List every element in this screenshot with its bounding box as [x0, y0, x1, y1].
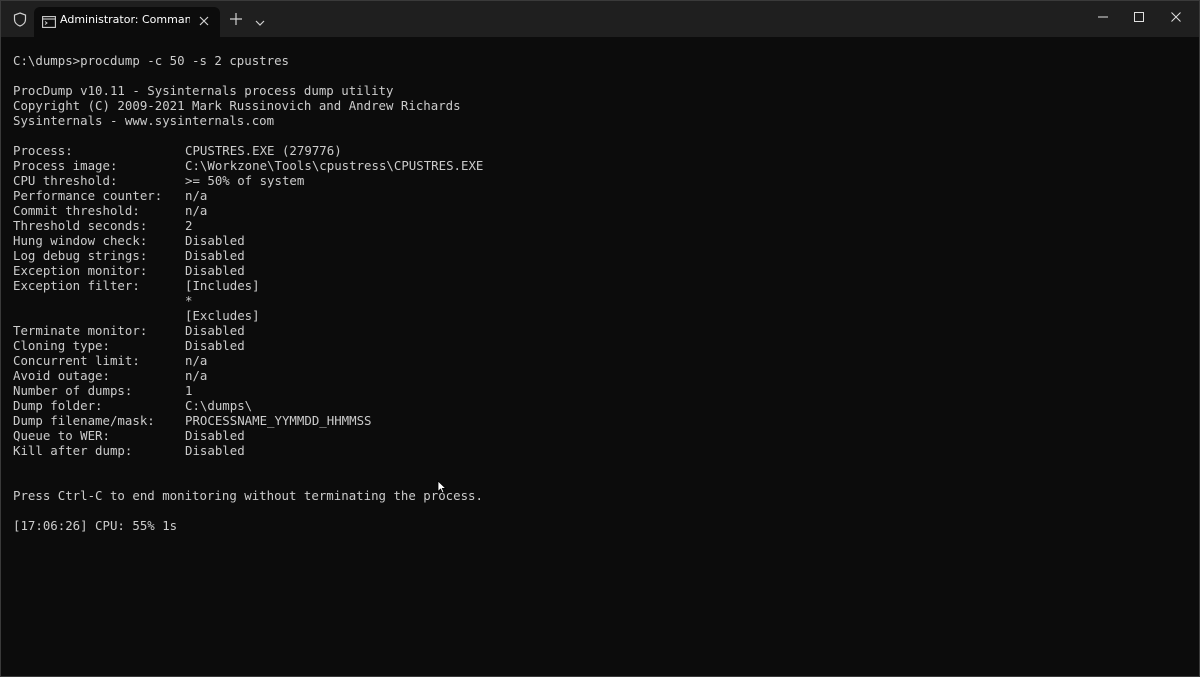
- setting-key: Process:: [13, 143, 73, 158]
- setting-key: CPU threshold:: [13, 173, 118, 188]
- setting-value: C:\Workzone\Tools\cpustress\CPUSTRES.EXE: [185, 158, 484, 173]
- close-icon: [1171, 12, 1181, 22]
- setting-row: Threshold seconds: 2: [13, 218, 1183, 233]
- setting-row: Avoid outage: n/a: [13, 368, 1183, 383]
- setting-value: Disabled: [185, 248, 245, 263]
- setting-key: Kill after dump:: [13, 443, 133, 458]
- setting-row: Performance counter: n/a: [13, 188, 1183, 203]
- press-ctrl-c-message: Press Ctrl-C to end monitoring without t…: [13, 488, 483, 503]
- setting-value: 2: [185, 218, 193, 233]
- setting-value: Disabled: [185, 323, 245, 338]
- setting-key: Hung window check:: [13, 233, 148, 248]
- setting-value: Disabled: [185, 428, 245, 443]
- terminal-icon: [42, 15, 56, 28]
- command-line: C:\dumps>procdump -c 50 -s 2 cpustres: [13, 53, 290, 68]
- banner-line: ProcDump v10.11 - Sysinternals process d…: [13, 83, 394, 98]
- setting-key: Process image:: [13, 158, 118, 173]
- setting-row: Hung window check: Disabled: [13, 233, 1183, 248]
- shield-icon: [13, 12, 27, 27]
- setting-row: [Excludes]: [13, 308, 1183, 323]
- setting-key: Commit threshold:: [13, 203, 140, 218]
- banner-line: Sysinternals - www.sysinternals.com: [13, 113, 275, 128]
- title-bar: Administrator: Command Pro: [1, 1, 1199, 37]
- tab-command-prompt[interactable]: Administrator: Command Pro: [34, 7, 220, 37]
- setting-value: Disabled: [185, 338, 245, 353]
- setting-row: Process image: C:\Workzone\Tools\cpustres…: [13, 158, 1183, 173]
- setting-key: Exception filter:: [13, 278, 140, 293]
- setting-value: n/a: [185, 368, 208, 383]
- setting-row: Log debug strings: Disabled: [13, 248, 1183, 263]
- close-window-button[interactable]: [1158, 1, 1194, 33]
- setting-row: Queue to WER: Disabled: [13, 428, 1183, 443]
- setting-row: Dump folder: C:\dumps\: [13, 398, 1183, 413]
- status-line: [17:06:26] CPU: 55% 1s: [13, 518, 178, 533]
- maximize-icon: [1134, 12, 1144, 22]
- maximize-button[interactable]: [1121, 1, 1157, 33]
- setting-key: Concurrent limit:: [13, 353, 140, 368]
- minimize-button[interactable]: [1085, 1, 1121, 33]
- setting-value: [Excludes]: [185, 308, 260, 323]
- setting-value: PROCESSNAME_YYMMDD_HHMMSS: [185, 413, 372, 428]
- setting-row: *: [13, 293, 1183, 308]
- setting-key: Dump folder:: [13, 398, 103, 413]
- setting-value: n/a: [185, 353, 208, 368]
- setting-key: Queue to WER:: [13, 428, 110, 443]
- setting-value: Disabled: [185, 263, 245, 278]
- setting-key: Cloning type:: [13, 338, 110, 353]
- setting-value: [Includes]: [185, 278, 260, 293]
- banner-line: Copyright (C) 2009-2021 Mark Russinovich…: [13, 98, 461, 113]
- setting-key: Avoid outage:: [13, 368, 110, 383]
- chevron-down-icon[interactable]: [254, 15, 266, 26]
- setting-value: Disabled: [185, 443, 245, 458]
- setting-value: *: [185, 293, 193, 308]
- setting-row: Terminate monitor: Disabled: [13, 323, 1183, 338]
- mouse-pointer-icon: [437, 480, 447, 494]
- setting-row: Commit threshold: n/a: [13, 203, 1183, 218]
- setting-value: >= 50% of system: [185, 173, 305, 188]
- setting-row: Process: CPUSTRES.EXE (279776): [13, 143, 1183, 158]
- setting-value: C:\dumps\: [185, 398, 253, 413]
- setting-row: Kill after dump: Disabled: [13, 443, 1183, 458]
- setting-key: Dump filename/mask:: [13, 413, 155, 428]
- setting-key: Exception monitor:: [13, 263, 148, 278]
- setting-key: Performance counter:: [13, 188, 163, 203]
- setting-row: Dump filename/mask: PROCESSNAME_YYMMDD_HH…: [13, 413, 1183, 428]
- setting-key: Threshold seconds:: [13, 218, 148, 233]
- setting-row: Exception monitor: Disabled: [13, 263, 1183, 278]
- setting-key: Terminate monitor:: [13, 323, 148, 338]
- terminal-window: Administrator: Command Pro: [0, 0, 1200, 677]
- setting-value: n/a: [185, 188, 208, 203]
- setting-value: n/a: [185, 203, 208, 218]
- setting-row: CPU threshold: >= 50% of system: [13, 173, 1183, 188]
- setting-key: Log debug strings:: [13, 248, 148, 263]
- setting-row: Cloning type: Disabled: [13, 338, 1183, 353]
- terminal-output[interactable]: C:\dumps>procdump -c 50 -s 2 cpustres Pr…: [13, 53, 1183, 663]
- tab-title: Administrator: Command Pro: [60, 13, 190, 26]
- setting-key: Number of dumps:: [13, 383, 133, 398]
- setting-value: 1: [185, 383, 193, 398]
- setting-value: CPUSTRES.EXE (279776): [185, 143, 342, 158]
- setting-value: Disabled: [185, 233, 245, 248]
- close-tab-icon[interactable]: [198, 14, 210, 26]
- minimize-icon: [1098, 16, 1108, 18]
- setting-row: Exception filter: [Includes]: [13, 278, 1183, 293]
- setting-row: Number of dumps: 1: [13, 383, 1183, 398]
- setting-row: Concurrent limit: n/a: [13, 353, 1183, 368]
- new-tab-plus-icon[interactable]: [229, 12, 243, 26]
